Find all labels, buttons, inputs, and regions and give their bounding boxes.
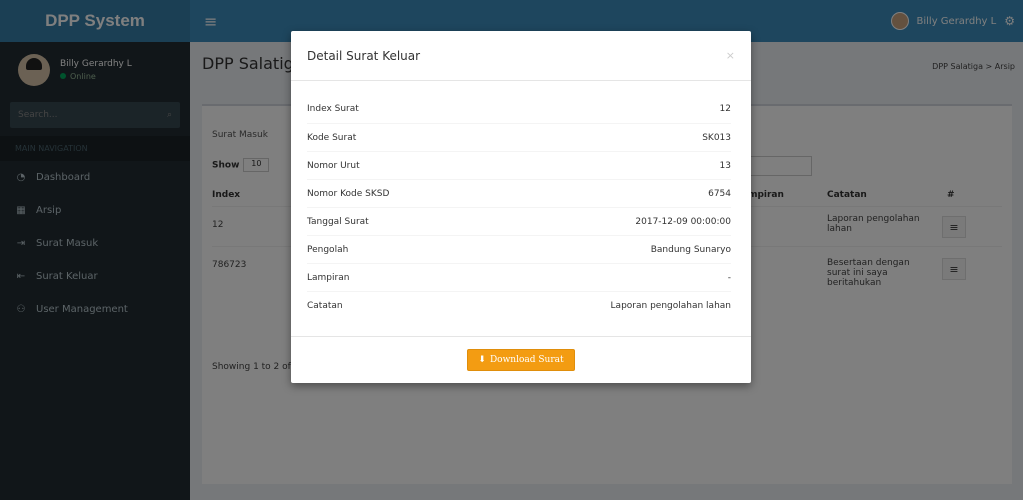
modal-footer: ⬇ Download Surat — [291, 336, 751, 383]
field-value: - — [727, 272, 731, 283]
download-icon: ⬇ — [478, 355, 486, 365]
field-value: 2017-12-09 00:00:00 — [635, 216, 731, 227]
detail-row-pengolah: Pengolah Bandung Sunaryo — [307, 235, 731, 263]
field-label: Tanggal Surat — [307, 216, 369, 227]
detail-row-lampiran: Lampiran - — [307, 263, 731, 291]
field-label: Index Surat — [307, 104, 359, 114]
detail-row-nomor-kode-sksd: Nomor Kode SKSD 6754 — [307, 179, 731, 207]
field-label: Kode Surat — [307, 132, 357, 143]
field-value: 6754 — [708, 188, 731, 199]
detail-row-index-surat: Index Surat 12 — [307, 95, 731, 123]
field-label: Catatan — [307, 300, 343, 311]
field-value: 13 — [719, 160, 731, 171]
download-label: Download Surat — [489, 355, 564, 365]
field-value: Laporan pengolahan lahan — [610, 300, 731, 311]
close-icon[interactable]: × — [726, 49, 735, 62]
field-value: 12 — [719, 104, 731, 114]
modal-title: Detail Surat Keluar — [307, 48, 421, 63]
download-surat-button[interactable]: ⬇ Download Surat — [467, 349, 575, 371]
field-label: Nomor Kode SKSD — [307, 188, 390, 199]
field-label: Nomor Urut — [307, 160, 360, 171]
detail-row-nomor-urut: Nomor Urut 13 — [307, 151, 731, 179]
detail-row-catatan: Catatan Laporan pengolahan lahan — [307, 291, 731, 319]
field-value: SK013 — [702, 132, 731, 143]
detail-row-tanggal-surat: Tanggal Surat 2017-12-09 00:00:00 — [307, 207, 731, 235]
field-label: Pengolah — [307, 244, 349, 255]
modal-header: Detail Surat Keluar × — [291, 31, 751, 81]
detail-list: Index Surat 12 Kode Surat SK013 Nomor Urut… — [307, 95, 731, 319]
field-label: Lampiran — [307, 272, 350, 283]
field-value: Bandung Sunaryo — [650, 244, 731, 255]
detail-modal: Detail Surat Keluar × Index Surat 12 Kode… — [291, 31, 751, 383]
detail-row-kode-surat: Kode Surat SK013 — [307, 123, 731, 151]
